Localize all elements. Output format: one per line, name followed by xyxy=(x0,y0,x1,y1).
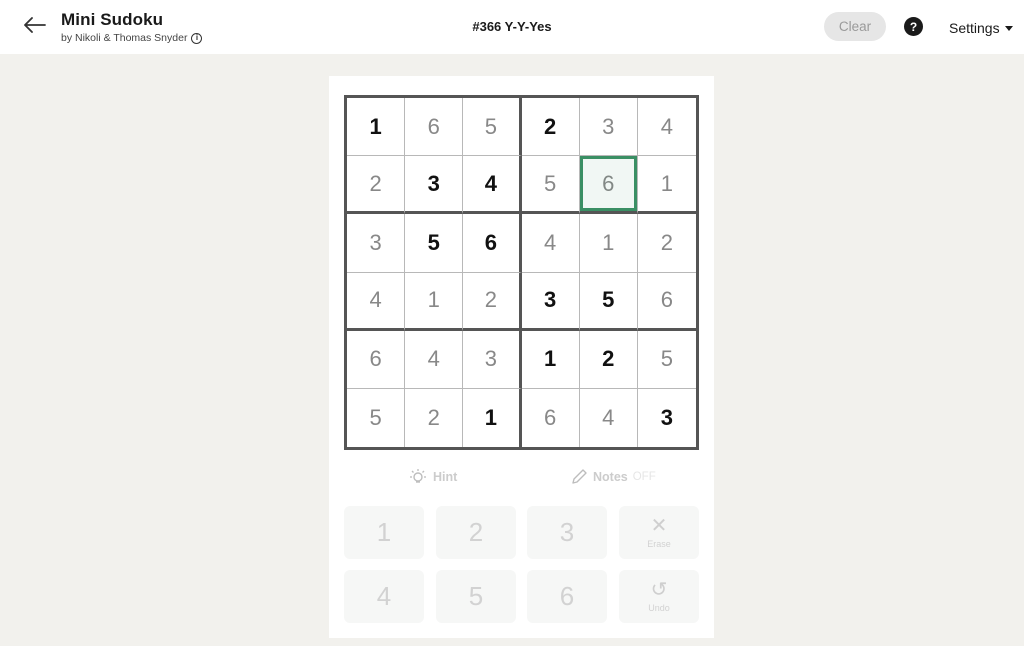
board-cell[interactable]: 2 xyxy=(463,272,522,331)
clear-button[interactable]: Clear xyxy=(824,12,886,41)
game-panel: 165234234561356412412356643125521643 Hin… xyxy=(329,76,714,638)
board-cell[interactable]: 6 xyxy=(522,388,580,447)
board-cell[interactable]: 2 xyxy=(521,98,580,157)
board-cell[interactable]: 6 xyxy=(347,330,406,389)
board-cell[interactable]: 4 xyxy=(463,156,522,215)
notes-toggle[interactable]: Notes OFF xyxy=(570,468,656,486)
hint-button[interactable]: Hint xyxy=(408,468,457,486)
board-cell[interactable]: 5 xyxy=(463,98,522,157)
notes-label: Notes xyxy=(593,470,628,484)
board-cell[interactable]: 6 xyxy=(637,273,696,331)
undo-button-label: Undo xyxy=(648,603,670,613)
number-key[interactable]: 4 xyxy=(344,570,424,623)
settings-dropdown[interactable]: Settings xyxy=(949,20,1013,36)
board-cell[interactable]: 4 xyxy=(637,98,696,157)
undo-button[interactable]: ↺ Undo xyxy=(619,570,699,623)
number-key[interactable]: 6 xyxy=(527,570,607,623)
board-cell[interactable]: 3 xyxy=(463,330,522,389)
board-cell[interactable]: 1 xyxy=(347,98,406,157)
board-cell[interactable]: 5 xyxy=(405,214,464,273)
erase-button[interactable]: ✕ Erase xyxy=(619,506,699,559)
settings-label: Settings xyxy=(949,20,1000,36)
board-cell[interactable]: 4 xyxy=(405,330,464,389)
byline-text: by Nikoli & Thomas Snyder xyxy=(61,32,188,44)
byline: by Nikoli & Thomas Snyder i xyxy=(61,32,203,44)
number-key[interactable]: 3 xyxy=(527,506,607,559)
board-cell[interactable]: 6 xyxy=(405,98,464,157)
undo-icon: ↺ xyxy=(650,579,668,601)
back-arrow-icon[interactable] xyxy=(22,12,48,38)
board-cell[interactable]: 1 xyxy=(521,330,580,389)
board-cell[interactable]: 6 xyxy=(463,214,522,273)
board-cell[interactable]: 1 xyxy=(637,156,696,215)
board-cell[interactable]: 4 xyxy=(521,214,580,273)
number-key[interactable]: 2 xyxy=(436,506,516,559)
top-bar: Mini Sudoku by Nikoli & Thomas Snyder i … xyxy=(0,0,1024,54)
board-cell[interactable]: 5 xyxy=(347,388,406,447)
board-cell[interactable]: 5 xyxy=(579,272,638,331)
board-cell[interactable]: 4 xyxy=(347,272,406,331)
app-title: Mini Sudoku xyxy=(61,10,164,29)
board-cell[interactable]: 5 xyxy=(637,331,696,389)
board-cell[interactable]: 1 xyxy=(405,272,464,331)
info-icon[interactable]: i xyxy=(191,32,203,44)
lightbulb-icon xyxy=(410,469,426,483)
sudoku-board: 165234234561356412412356643125521643 xyxy=(344,95,699,450)
close-icon: ✕ xyxy=(650,515,668,537)
board-cell[interactable]: 5 xyxy=(521,156,580,215)
board-cell[interactable]: 4 xyxy=(580,388,638,447)
hint-label: Hint xyxy=(433,470,458,484)
help-icon[interactable]: ? xyxy=(904,17,923,36)
board-cell[interactable]: 1 xyxy=(579,214,638,273)
chevron-down-icon xyxy=(1004,25,1013,31)
tool-row: Hint Notes OFF xyxy=(344,468,699,490)
board-cell[interactable]: 2 xyxy=(637,214,696,273)
notes-state: OFF xyxy=(632,471,656,483)
board-cell[interactable]: 2 xyxy=(405,388,464,447)
board-cell[interactable]: 3 xyxy=(638,389,696,447)
board-cell[interactable]: 1 xyxy=(463,388,522,447)
erase-button-label: Erase xyxy=(647,539,671,549)
pencil-icon xyxy=(572,469,587,484)
board-cell[interactable]: 3 xyxy=(579,98,638,157)
board-cell[interactable]: 2 xyxy=(579,330,638,389)
board-cell[interactable]: 3 xyxy=(521,272,580,331)
number-key[interactable]: 5 xyxy=(436,570,516,623)
board-cell[interactable]: 3 xyxy=(347,214,406,273)
board-cell[interactable]: 6 xyxy=(579,156,638,215)
board-cell[interactable]: 2 xyxy=(347,156,406,215)
number-key[interactable]: 1 xyxy=(344,506,424,559)
title-block: Mini Sudoku by Nikoli & Thomas Snyder i xyxy=(61,10,203,44)
board-cell[interactable]: 3 xyxy=(405,156,464,215)
